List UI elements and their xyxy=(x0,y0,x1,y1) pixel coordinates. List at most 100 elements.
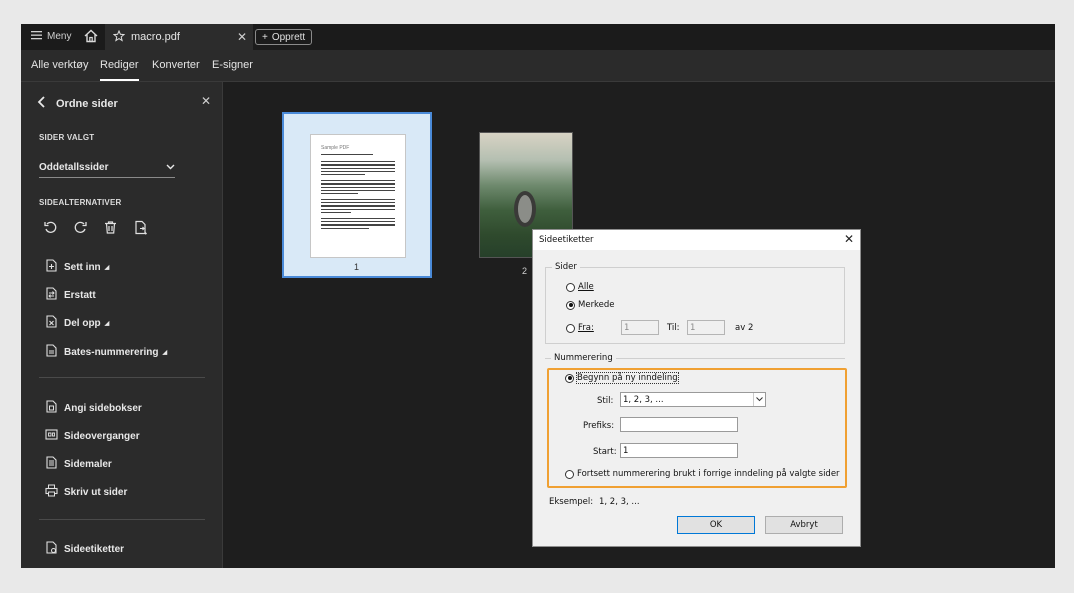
tab-e-sign[interactable]: E-signer xyxy=(212,59,253,71)
sidebar-item-label: Sidemaler xyxy=(64,458,112,470)
chevron-down-icon xyxy=(166,162,175,173)
delete-icon[interactable] xyxy=(103,220,118,240)
menu-button[interactable]: Meny xyxy=(31,30,71,43)
sidebar-item-label: Del opp xyxy=(64,317,101,329)
submenu-triangle-icon: ◢ xyxy=(162,349,168,356)
example-label: Eksempel: xyxy=(549,497,594,507)
tab-edit[interactable]: Rediger xyxy=(100,59,139,81)
text-line xyxy=(321,173,366,176)
hamburger-icon xyxy=(31,30,42,43)
dialog-title-bar: Sideetiketter ✕ xyxy=(533,230,860,250)
page-thumbnail-1[interactable]: Sample PDF 1 xyxy=(282,112,432,278)
text-line xyxy=(321,167,395,169)
text-line xyxy=(321,211,351,213)
dialog-title: Sideetiketter xyxy=(539,235,594,245)
document-tab[interactable]: macro.pdf ✕ xyxy=(105,24,253,50)
radio-all[interactable]: Alle xyxy=(566,282,594,292)
back-icon[interactable] xyxy=(37,96,46,111)
sidebar-item-page-templates[interactable]: Sidemaler xyxy=(45,456,112,472)
create-button[interactable]: + Opprett xyxy=(255,29,313,45)
text-line xyxy=(321,208,395,210)
sidebar-item-label: Sett inn xyxy=(64,261,101,273)
photo-image xyxy=(514,191,536,227)
page-boxes-icon xyxy=(45,400,58,416)
sidebar-item-label: Skriv ut sider xyxy=(64,486,128,498)
close-tab-icon[interactable]: ✕ xyxy=(237,30,247,44)
ok-button[interactable]: OK xyxy=(677,516,755,534)
sidebar-item-insert[interactable]: Sett inn ◢ xyxy=(45,259,109,275)
sidebar-divider xyxy=(39,377,205,378)
home-icon[interactable] xyxy=(83,28,99,44)
page-templates-icon xyxy=(45,456,58,472)
sidebar-divider xyxy=(39,519,205,520)
sidebar-item-label: Bates-nummerering xyxy=(64,346,159,358)
sidebar-item-split[interactable]: Del opp ◢ xyxy=(45,315,109,331)
sidebar-item-set-page-boxes[interactable]: Angi sidebokser xyxy=(45,400,142,416)
radio-circle xyxy=(566,300,575,310)
page-labels-icon xyxy=(45,541,58,557)
text-line xyxy=(321,183,395,185)
tab-title: macro.pdf xyxy=(131,31,180,43)
page-options-icons xyxy=(43,220,148,240)
sidebar-item-label: Erstatt xyxy=(64,289,96,301)
cancel-button[interactable]: Avbryt xyxy=(765,516,843,534)
replace-page-icon xyxy=(45,287,58,303)
sidebar-item-page-transitions[interactable]: Sideoverganger xyxy=(45,428,140,444)
text-line xyxy=(321,186,395,188)
rotate-left-icon[interactable] xyxy=(43,220,58,240)
sidebar-item-print-pages[interactable]: Skriv ut sider xyxy=(45,484,127,500)
text-line xyxy=(321,154,373,156)
top-toolbar: Alle verktøy Rediger Konverter E-signer xyxy=(21,50,1055,82)
text-line xyxy=(321,224,395,226)
title-bar: Meny macro.pdf ✕ + Opprett xyxy=(21,24,1055,50)
example-value: 1, 2, 3, ... xyxy=(599,497,640,507)
sidebar-item-replace[interactable]: Erstatt xyxy=(45,287,96,303)
split-page-icon xyxy=(45,315,58,331)
text-line xyxy=(321,199,395,201)
text-line xyxy=(321,218,395,220)
text-line xyxy=(321,221,395,223)
highlight-box xyxy=(547,368,847,488)
rotate-right-icon[interactable] xyxy=(73,220,88,240)
to-field[interactable]: 1 xyxy=(687,320,725,335)
organize-pages-panel: Ordne sider ✕ SIDER VALGT Oddetallssider… xyxy=(21,82,223,568)
tab-all-tools[interactable]: Alle verktøy xyxy=(31,59,88,71)
from-field[interactable]: 1 xyxy=(621,320,659,335)
text-line xyxy=(321,180,395,182)
page-preview: Sample PDF xyxy=(310,134,406,258)
sidebar-item-label: Angi sidebokser xyxy=(64,402,142,414)
page-labels-dialog: Sideetiketter ✕ Sider Alle Merkede Fra: … xyxy=(532,229,861,547)
text-line xyxy=(321,227,370,229)
page-number-1: 1 xyxy=(354,262,360,272)
numbering-group-label: Nummerering xyxy=(551,353,616,363)
extract-page-icon[interactable] xyxy=(133,220,148,240)
close-dialog-icon[interactable]: ✕ xyxy=(844,232,854,246)
insert-page-icon xyxy=(45,259,58,275)
pages-group-label: Sider xyxy=(552,262,580,272)
submenu-triangle-icon: ◢ xyxy=(104,264,110,271)
panel-title: Ordne sider xyxy=(56,97,118,110)
radio-circle xyxy=(566,323,575,333)
tab-convert[interactable]: Konverter xyxy=(152,59,200,71)
radio-from-label: Fra: xyxy=(578,323,594,333)
pages-selected-heading: SIDER VALGT xyxy=(39,133,95,142)
pages-selected-dropdown[interactable]: Oddetallssider xyxy=(39,158,175,178)
sidebar-item-label: Sideetiketter xyxy=(64,543,125,555)
pages-selected-value: Oddetallssider xyxy=(39,162,109,173)
text-line xyxy=(321,161,395,163)
text-line xyxy=(321,189,395,191)
page-options-heading: SIDEALTERNATIVER xyxy=(39,198,122,207)
text-line xyxy=(321,202,395,204)
sidebar-item-bates-numbering[interactable]: Bates-nummerering ◢ xyxy=(45,344,167,360)
star-icon[interactable] xyxy=(112,29,126,45)
plus-icon: + xyxy=(262,31,268,43)
close-panel-icon[interactable]: ✕ xyxy=(201,94,211,108)
radio-from[interactable]: Fra: xyxy=(566,323,594,333)
sidebar-item-page-labels[interactable]: Sideetiketter xyxy=(45,541,124,557)
sidebar-item-label: Sideoverganger xyxy=(64,430,140,442)
radio-selected[interactable]: Merkede xyxy=(566,300,615,310)
of-pages-label: av 2 xyxy=(735,323,754,333)
radio-all-label: Alle xyxy=(578,282,594,292)
radio-circle xyxy=(566,282,575,292)
text-line xyxy=(321,164,395,166)
